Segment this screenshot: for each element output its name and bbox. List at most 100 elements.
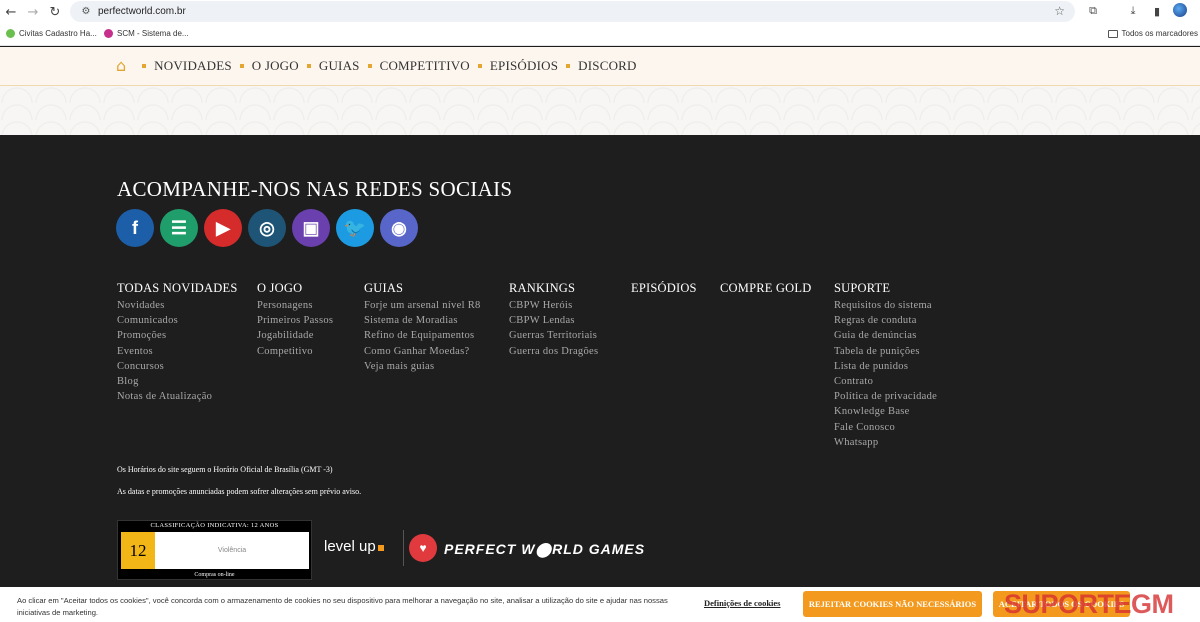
all-bookmarks[interactable]: Todos os marcadores [1107,29,1198,38]
home-icon[interactable]: ⌂ [116,58,126,74]
levelup-dot-icon [377,545,384,551]
footer-column: COMPRE GOLD [720,281,811,298]
footer-link[interactable]: Guia de denúncias [834,328,937,343]
footer-link[interactable]: Como Ganhar Moedas? [364,344,481,359]
footer-link[interactable]: CBPW Lendas [509,313,598,328]
reload-icon[interactable]: ↻ [44,1,66,23]
footer-link[interactable]: Concursos [117,359,237,374]
footer-link[interactable]: Política de privacidade [834,389,937,404]
footer-link[interactable]: Guerras Territoriais [509,328,598,343]
footer-link[interactable]: Refino de Equipamentos [364,328,481,343]
footer-link[interactable]: Lista de punidos [834,359,937,374]
instagram-icon[interactable]: ◎ [248,209,286,247]
footer-link[interactable]: Comunicados [117,313,237,328]
rating-title: CLASSIFICAÇÃO INDICATIVA: 12 ANOS [150,522,279,529]
footer-link[interactable]: Contrato [834,374,937,389]
reject-cookies-button[interactable]: REJEITAR COOKIES NÃO NECESSÁRIOS [803,591,982,617]
footer-link[interactable]: Veja mais guias [364,359,481,374]
download-icon[interactable]: ⤓ [1125,3,1141,19]
footer-link[interactable]: Guerra dos Dragões [509,344,598,359]
address-bar[interactable]: ⚙ perfectworld.com.br ☆ [70,1,1075,22]
footer-link[interactable]: Sistema de Moradias [364,313,481,328]
footer-column-heading[interactable]: EPISÓDIOS [631,281,697,296]
folder-icon [1107,29,1118,38]
footer-link[interactable]: Tabela de punições [834,344,937,359]
logo-divider [403,530,404,566]
bookmark-star-icon[interactable]: ☆ [1054,4,1065,18]
twitter-icon[interactable]: 🐦 [336,209,374,247]
rating-bottom-text: Compras on-line [194,572,235,578]
footer-link[interactable]: Jogabilidade [257,328,333,343]
nav-separator [367,64,372,68]
footer-link[interactable]: Personagens [257,298,333,313]
rating-box: 12 Violência [121,532,309,569]
social-icons-row: f ☰ ▶ ◎ ▣ 🐦 ◉ [116,209,418,247]
footer-link[interactable]: Primeiros Passos [257,313,333,328]
twitch-icon[interactable]: ▣ [292,209,330,247]
footer-link[interactable]: Fale Conosco [834,420,937,435]
bookmark-label: Civitas Cadastro Ha... [19,29,97,38]
footer-column-heading[interactable]: RANKINGS [509,281,598,296]
menu-icon[interactable]: ⋮ [1195,3,1200,19]
footer-link[interactable]: Whatsapp [834,435,937,450]
footer-link[interactable]: Requisitos do sistema [834,298,937,313]
footer-link[interactable]: Notas de Atualização [117,389,237,404]
forward-icon[interactable]: → [22,1,44,23]
nav-separator [239,64,244,68]
timezone-note: Os Horários do site seguem o Horário Ofi… [117,465,333,474]
footer-column-heading[interactable]: GUIAS [364,281,481,296]
browser-toolbar: ← → ↻ ⚙ perfectworld.com.br ☆ ⧉ ⤓ ▮ ⋮ [0,0,1200,24]
bookmarks-bar: Civitas Cadastro Ha... SCM - Sistema de.… [0,24,1200,46]
footer-column-heading[interactable]: O JOGO [257,281,333,296]
cookie-settings-link[interactable]: Definições de cookies [704,598,781,608]
footer-link[interactable]: Promoções [117,328,237,343]
footer-column-heading[interactable]: COMPRE GOLD [720,281,811,296]
site-nav: ⌂ NOVIDADES O JOGO GUIAS COMPETITIVO EPI… [0,47,1200,86]
bookmark-item[interactable]: Civitas Cadastro Ha... [6,29,97,38]
nav-episodios[interactable]: EPISÓDIOS [490,58,558,74]
perfect-world-games-text[interactable]: PERFECT W⬤RLD GAMES [444,541,645,558]
discord-icon[interactable]: ◉ [380,209,418,247]
footer-link[interactable]: Blog [117,374,237,389]
nav-discord[interactable]: DISCORD [578,58,636,74]
footer-link[interactable]: Forje um arsenal nível R8 [364,298,481,313]
levelup-logo[interactable]: level up [324,538,384,555]
decorative-wave-pattern [0,86,1200,135]
forum-icon[interactable]: ☰ [160,209,198,247]
rating-descriptor: Violência [217,547,247,554]
nav-novidades[interactable]: NOVIDADES [154,58,232,74]
extensions-icon[interactable]: ⧉ [1085,3,1101,19]
footer-link[interactable]: Competitivo [257,344,333,359]
footer-link[interactable]: CBPW Heróis [509,298,598,313]
footer-column-heading[interactable]: SUPORTE [834,281,937,296]
perfect-world-logo-icon[interactable]: ♥ [409,534,437,562]
watermark-text: SUPORTEGM [1004,589,1174,619]
footer-link[interactable]: Knowledge Base [834,404,937,419]
facebook-icon[interactable]: f [116,209,154,247]
profile-avatar[interactable] [1173,3,1187,17]
footer-column: SUPORTE Requisitos do sistema Regras de co… [834,281,937,450]
footer-link[interactable]: Eventos [117,344,237,359]
nav-guias[interactable]: GUIAS [319,58,360,74]
nav-separator [142,64,147,68]
footer-column: EPISÓDIOS [631,281,697,298]
levelup-text: level up [324,538,376,555]
back-icon[interactable]: ← [0,1,22,23]
url-text[interactable]: perfectworld.com.br [98,6,186,17]
footer-link[interactable]: Novidades [117,298,237,313]
footer-column-heading[interactable]: TODAS NOVIDADES [117,281,237,296]
footer-column: O JOGO Personagens Primeiros Passos Jogabil… [257,281,333,359]
footer-link[interactable]: Regras de conduta [834,313,937,328]
sidepanel-icon[interactable]: ▮ [1149,3,1165,19]
nav-o-jogo[interactable]: O JOGO [252,58,299,74]
footer-column: GUIAS Forje um arsenal nível R8 Sistema de… [364,281,481,374]
site-info-icon[interactable]: ⚙ [76,6,96,17]
youtube-icon[interactable]: ▶ [204,209,242,247]
rating-age: 12 [121,532,155,569]
nav-competitivo[interactable]: COMPETITIVO [380,58,470,74]
bookmark-label: SCM - Sistema de... [117,29,189,38]
age-rating-badge: CLASSIFICAÇÃO INDICATIVA: 12 ANOS 12 Vio… [117,520,312,580]
social-title: ACOMPANHE-NOS NAS REDES SOCIAIS [117,177,513,201]
bookmark-item[interactable]: SCM - Sistema de... [104,29,189,38]
footer-column: RANKINGS CBPW Heróis CBPW Lendas Guerras Te… [509,281,598,359]
